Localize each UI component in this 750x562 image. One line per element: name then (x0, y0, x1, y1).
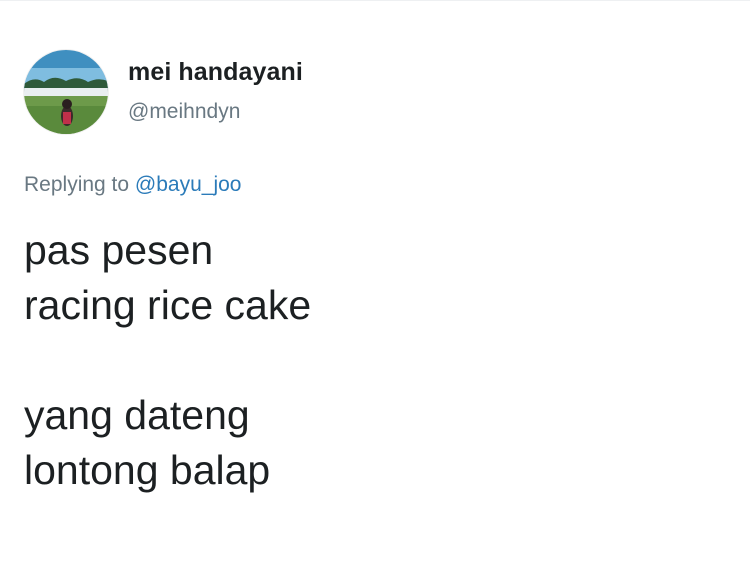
author-display-name[interactable]: mei handayani (128, 58, 303, 87)
avatar[interactable] (24, 50, 108, 134)
tweet-text-line: pas pesen (24, 227, 214, 273)
divider (0, 0, 750, 1)
tweet-card: mei handayani @meihndyn Replying to @bay… (0, 0, 750, 562)
avatar-photo (24, 50, 108, 134)
tweet-text-line: racing rice cake (24, 282, 312, 328)
reply-context: Replying to @bayu_joo (24, 173, 241, 197)
tweet-text-line: yang dateng (24, 392, 250, 438)
reply-mention-link[interactable]: @bayu_joo (135, 173, 242, 196)
tweet-text: pas pesen racing rice cake yang dateng l… (24, 223, 311, 498)
tweet-text-line: lontong balap (24, 447, 271, 493)
reply-prefix: Replying to (24, 173, 130, 196)
author-handle[interactable]: @meihndyn (128, 100, 240, 124)
